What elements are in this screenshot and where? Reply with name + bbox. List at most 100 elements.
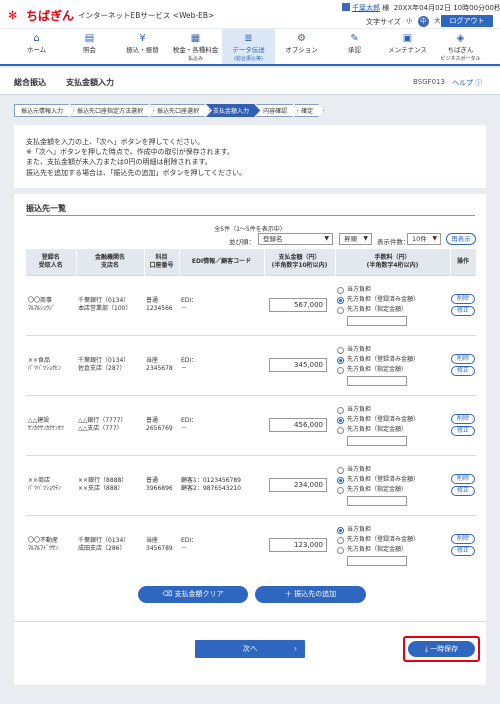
datetime: 20XX年04月02日 10時00分00秒	[393, 4, 500, 12]
cell-ops: 削除 修正	[450, 454, 476, 515]
menu-label: 承認	[348, 46, 361, 54]
fee-amount-input[interactable]	[347, 436, 407, 446]
radio-button[interactable]	[337, 347, 344, 354]
col-header-ops: 操作	[450, 249, 477, 275]
col-header-amount: 支払金額（円） (半角数字10桁以内)	[264, 249, 336, 275]
delete-button[interactable]: 削除	[451, 294, 475, 304]
per-page-select[interactable]: 10件 ▼	[407, 233, 441, 245]
delete-button[interactable]: 削除	[451, 474, 475, 484]
menu-item-4[interactable]: ≣ データ伝送 (総合振込等)	[222, 29, 275, 64]
menu-item-3[interactable]: ▦ 税金・各種料金 払込み	[169, 29, 222, 64]
fee-option-2[interactable]: 先方負担（指定金額）	[337, 306, 450, 314]
save-label: 一時保存	[430, 645, 459, 653]
user-name-link[interactable]: 千葉太郎	[352, 4, 380, 12]
fee-option-1[interactable]: 先方負担（登録済み金額）	[337, 296, 450, 304]
fee-option-0[interactable]: 当方負担	[337, 466, 450, 474]
section-title: 振込先一覧	[26, 204, 66, 213]
radio-button[interactable]	[337, 537, 344, 545]
logout-button[interactable]: ログアウト	[441, 15, 493, 27]
fee-option-1[interactable]: 先方負担（登録済み金額）	[337, 536, 450, 545]
delete-button[interactable]: 削除	[451, 354, 475, 364]
edit-button[interactable]: 修正	[451, 426, 475, 436]
delete-button[interactable]: 削除	[451, 534, 475, 545]
fee-amount-input[interactable]	[347, 376, 407, 386]
radio-button[interactable]	[337, 547, 344, 555]
fee-amount-input[interactable]	[347, 316, 407, 326]
radio-button[interactable]	[337, 427, 344, 434]
table-row: ××商店 ﾊﾞﾂﾊﾞﾂｼｮｳﾃﾝ ××銀行（8888） ××支店（888） 普通 3966…	[26, 454, 476, 515]
redisplay-button[interactable]: 再表示	[446, 233, 476, 245]
amount-input[interactable]: 345,000	[269, 358, 327, 372]
radio-button[interactable]	[337, 467, 344, 474]
radio-button[interactable]	[337, 297, 344, 304]
fee-option-label: 当方負担	[347, 346, 372, 353]
screen-code: BSGF013	[413, 78, 445, 86]
cell-ops: 削除 修正	[450, 514, 476, 575]
step-5: 内容確認	[256, 104, 298, 117]
fee-option-0[interactable]: 当方負担	[337, 406, 450, 414]
fee-option-0[interactable]: 当方負担	[337, 526, 450, 535]
radio-button[interactable]	[337, 477, 344, 484]
amount-input[interactable]: 123,000	[269, 538, 327, 553]
edit-button[interactable]: 修正	[451, 546, 475, 557]
radio-button[interactable]	[337, 487, 344, 494]
radio-button[interactable]	[337, 527, 344, 535]
temp-save-button[interactable]: ⤓ 一時保存	[408, 641, 475, 657]
radio-button[interactable]	[337, 407, 344, 414]
fee-option-1[interactable]: 先方負担（登録済み金額）	[337, 476, 450, 484]
edit-button[interactable]: 修正	[451, 486, 475, 496]
fee-amount-input[interactable]	[347, 496, 407, 506]
sort-select[interactable]: 登録名 ▼	[258, 233, 333, 245]
next-button[interactable]: 次へ ›	[195, 640, 305, 658]
cell-fee: 当方負担先方負担（登録済み金額） 先方負担（指定金額）	[335, 334, 450, 395]
menu-item-2[interactable]: ¥ 振込・振替	[116, 29, 169, 64]
fee-option-1[interactable]: 先方負担（登録済み金額）	[337, 416, 450, 424]
edit-button[interactable]: 修正	[451, 366, 475, 376]
menu-item-1[interactable]: ▤ 照会	[63, 29, 116, 64]
cell-name: 〇〇商事 ﾏﾙﾏﾙｼｮｳｼﾞ	[26, 274, 76, 335]
amount-input[interactable]: 567,000	[269, 298, 327, 312]
per-page-label: 表示件数：	[377, 238, 410, 246]
menu-label: ホーム	[26, 46, 47, 54]
fee-amount-input[interactable]	[347, 556, 407, 567]
bank-name: 千葉銀行（0134）	[78, 297, 130, 304]
amount-input[interactable]: 456,000	[269, 418, 327, 432]
table-row: ××食品 ﾊﾞﾂﾊﾞﾂｼｮｸﾋﾝ 千葉銀行（0134） 佐倉支店（287） 当座 2345…	[26, 334, 476, 395]
radio-button[interactable]	[337, 367, 344, 374]
menu-item-6[interactable]: ✎ 承認	[328, 29, 381, 64]
bank-name: 千葉銀行（0134）	[78, 357, 130, 364]
clear-amount-button[interactable]: ⌫ 支払金額クリア	[138, 586, 248, 603]
edit-button[interactable]: 修正	[451, 306, 475, 316]
help-link[interactable]: ヘルプ ⓘ	[452, 78, 482, 88]
menu-item-8[interactable]: ◈ ちばぎん ビジネスポータル	[434, 29, 487, 64]
radio-button[interactable]	[337, 287, 344, 294]
add-payee-button[interactable]: ＋ 振込先の追加	[255, 586, 366, 603]
delete-button[interactable]: 削除	[451, 414, 475, 424]
order-select[interactable]: 昇順 ▼	[339, 233, 372, 245]
font-medium-button[interactable]: 中	[417, 16, 429, 27]
fee-option-2[interactable]: 先方負担（指定金額）	[337, 486, 450, 494]
fee-option-2[interactable]: 先方負担（指定金額）	[337, 426, 450, 434]
fee-option-0[interactable]: 当方負担	[337, 346, 450, 354]
font-small-button[interactable]: 小	[404, 16, 415, 27]
menu-item-0[interactable]: ⌂ ホーム	[10, 29, 63, 64]
radio-button[interactable]	[337, 417, 344, 424]
amount-input[interactable]: 234,000	[269, 478, 327, 492]
edi-line-2: －	[181, 545, 188, 553]
fee-option-1[interactable]: 先方負担（登録済み金額）	[337, 356, 450, 364]
payee-name: ××商店	[28, 477, 51, 484]
fee-option-2[interactable]: 先方負担（指定金額）	[337, 546, 450, 555]
radio-button[interactable]	[337, 307, 344, 314]
fee-option-label: 先方負担（登録済み金額）	[347, 536, 420, 544]
fee-option-2[interactable]: 先方負担（指定金額）	[337, 366, 450, 374]
radio-button[interactable]	[337, 357, 344, 364]
cell-name: ××食品 ﾊﾞﾂﾊﾞﾂｼｮｸﾋﾝ	[26, 334, 76, 395]
fee-option-0[interactable]: 当方負担	[337, 286, 450, 294]
per-page-value: 10件	[412, 235, 427, 243]
edi-line-1: EDI：	[181, 357, 198, 364]
menu-item-7[interactable]: ▣ メンテナンス	[381, 29, 434, 64]
account-number: 3456789	[146, 545, 173, 553]
fee-option-label: 当方負担	[347, 286, 372, 293]
menu-item-5[interactable]: ⚙ オプション	[275, 29, 328, 64]
col-header-name: 登録名 受取人名	[26, 249, 77, 275]
